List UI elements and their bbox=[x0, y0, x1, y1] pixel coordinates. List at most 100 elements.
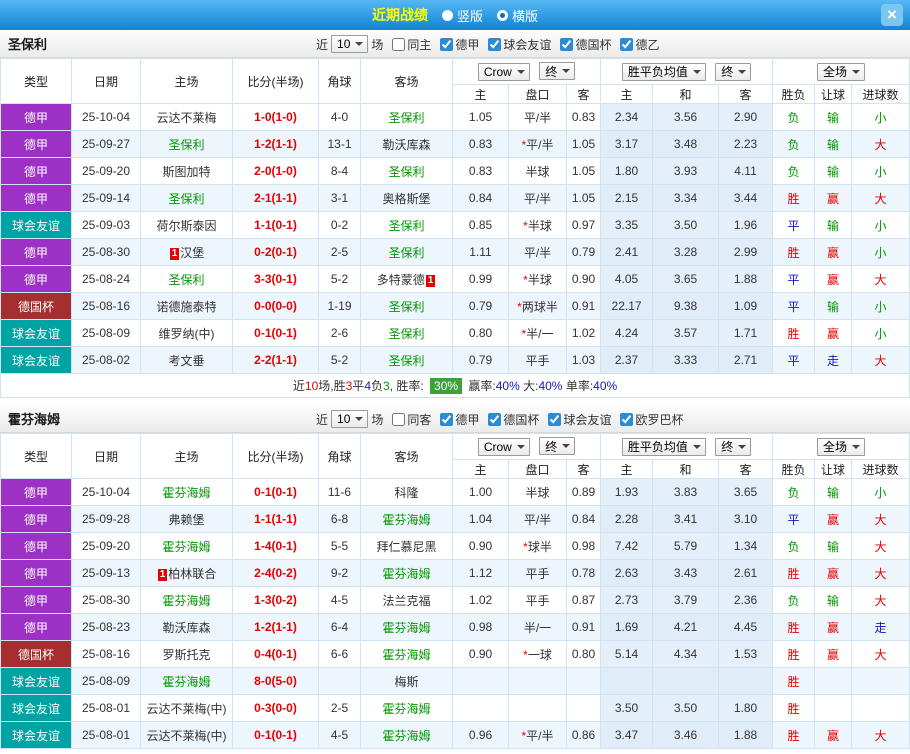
asian-handicap-cell: *半球 bbox=[508, 211, 567, 239]
filter-checkbox-league[interactable]: 德国杯 bbox=[488, 411, 539, 428]
asian-handicap-cell: 半/一 bbox=[508, 613, 567, 641]
euro-home-odds-cell: 1.93 bbox=[600, 478, 654, 506]
euro-draw-odds-cell: 3.34 bbox=[652, 184, 720, 212]
red-card-badge: 1 bbox=[425, 274, 436, 287]
team-name-text: 勒沃库森 bbox=[162, 620, 211, 635]
corner-cell: 5-2 bbox=[318, 265, 361, 293]
league-cell: 德甲 bbox=[0, 238, 72, 266]
summary-segment: 单率: bbox=[562, 379, 594, 393]
filter-checkbox-league[interactable]: 德国杯 bbox=[560, 36, 611, 53]
filter-checkbox-same-away[interactable]: 同客 bbox=[392, 411, 431, 428]
recent-count-select[interactable]: 10 bbox=[331, 35, 369, 53]
asian-stage-select[interactable]: 终 bbox=[539, 62, 576, 81]
handicap-result-cell: 赢 bbox=[814, 721, 853, 749]
chevron-down-icon bbox=[355, 42, 364, 46]
score-cell: 0-1(0-1) bbox=[232, 478, 319, 506]
handicap-result-cell: 输 bbox=[814, 532, 853, 560]
corner-cell: 4-0 bbox=[318, 103, 361, 131]
match-row: 球会友谊 25-08-01 云达不莱梅(中) 0-3(0-0) 2-5 霍芬海姆 3.50 3… bbox=[0, 694, 910, 722]
euro-avg-select[interactable]: 胜平负均值 bbox=[621, 437, 706, 456]
euro-home-odds-cell: 4.24 bbox=[600, 319, 654, 347]
col-let: 让球 bbox=[814, 84, 853, 104]
filter-checkbox-league[interactable]: 德甲 bbox=[440, 36, 479, 53]
summary-segment: 4 bbox=[364, 379, 371, 393]
scope-select[interactable]: 全场 bbox=[817, 437, 866, 456]
asian-home-odds-cell: 0.85 bbox=[452, 211, 509, 239]
league-cell: 德甲 bbox=[0, 184, 72, 212]
match-row: 球会友谊 25-08-09 霍芬海姆 8-0(5-0) 梅斯 胜 bbox=[0, 667, 910, 695]
horizontal-layout-radio[interactable] bbox=[497, 9, 508, 21]
asian-away-odds-cell: 0.86 bbox=[565, 721, 602, 749]
handicap-star-marker: * bbox=[523, 218, 528, 233]
odds-company-select[interactable]: Crow bbox=[477, 437, 530, 456]
filter-checkbox-league[interactable]: 德甲 bbox=[440, 411, 479, 428]
result-cell: 胜 bbox=[772, 238, 816, 266]
euro-stage-select[interactable]: 终 bbox=[715, 62, 752, 81]
league-cell: 德甲 bbox=[0, 103, 72, 131]
corner-cell: 6-6 bbox=[318, 640, 361, 668]
handicap-star-marker: * bbox=[523, 647, 528, 662]
goals-result-cell: 小 bbox=[851, 103, 910, 131]
result-cell: 负 bbox=[772, 478, 816, 506]
euro-draw-odds-cell: 3.57 bbox=[652, 319, 720, 347]
filter-checkbox-same-home[interactable]: 同主 bbox=[392, 36, 431, 53]
checkbox bbox=[620, 37, 634, 51]
col-goals: 进球数 bbox=[851, 84, 910, 104]
euro-home-odds-cell: 2.73 bbox=[600, 586, 654, 614]
euro-away-odds-cell: 2.23 bbox=[718, 130, 774, 158]
euro-home-odds-cell: 3.50 bbox=[600, 694, 654, 722]
col-corner: 角球 bbox=[318, 58, 361, 104]
euro-away-odds-cell bbox=[718, 667, 774, 695]
handicap-result-cell: 输 bbox=[814, 130, 853, 158]
scope-select[interactable]: 全场 bbox=[817, 62, 866, 81]
score-cell: 2-2(1-1) bbox=[232, 346, 319, 374]
match-row: 德甲 25-08-24 圣保利 3-3(0-1) 5-2 多特蒙德 1 0.99 *半球 0.90… bbox=[0, 265, 910, 293]
league-cell: 球会友谊 bbox=[0, 211, 72, 239]
euro-home-odds-cell: 2.34 bbox=[600, 103, 654, 131]
odds-company-select[interactable]: Crow bbox=[477, 62, 530, 81]
asian-away-odds-cell: 0.79 bbox=[565, 238, 602, 266]
home-team-cell: 云达不莱梅 bbox=[140, 103, 233, 131]
vertical-layout-label[interactable]: 竖版 bbox=[457, 6, 483, 25]
away-team-cell: 霍芬海姆 bbox=[360, 694, 453, 722]
col-asia-away: 客 bbox=[565, 84, 602, 104]
corner-cell: 13-1 bbox=[318, 130, 361, 158]
date-cell: 25-08-09 bbox=[71, 667, 141, 695]
win-rate-badge: 30% bbox=[430, 378, 463, 394]
team-name-text: 罗斯托克 bbox=[162, 647, 211, 662]
filter-checkbox-league[interactable]: 球会友谊 bbox=[488, 36, 551, 53]
summary-segment: 40% bbox=[495, 379, 520, 393]
euro-draw-odds-cell: 3.50 bbox=[652, 211, 720, 239]
col-result: 胜负 bbox=[772, 459, 816, 479]
euro-home-odds-cell: 4.05 bbox=[600, 265, 654, 293]
checkbox bbox=[548, 412, 562, 426]
euro-stage-select[interactable]: 终 bbox=[715, 437, 752, 456]
handicap-result-cell: 赢 bbox=[814, 319, 853, 347]
euro-avg-select[interactable]: 胜平负均值 bbox=[621, 62, 706, 81]
result-cell: 平 bbox=[772, 265, 816, 293]
filter-checkbox-league[interactable]: 德乙 bbox=[620, 36, 659, 53]
checkbox bbox=[440, 37, 454, 51]
team-name-text: 梅斯 bbox=[394, 674, 419, 689]
col-goals: 进球数 bbox=[851, 459, 910, 479]
col-asia-home: 主 bbox=[452, 84, 509, 104]
close-icon[interactable]: × bbox=[881, 4, 903, 26]
horizontal-layout-label[interactable]: 横版 bbox=[512, 6, 538, 25]
euro-home-odds-cell: 3.47 bbox=[600, 721, 654, 749]
recent-count-select[interactable]: 10 bbox=[331, 410, 369, 428]
score-cell: 0-3(0-0) bbox=[232, 694, 319, 722]
score-cell: 1-1(1-1) bbox=[232, 505, 319, 533]
league-cell: 德甲 bbox=[0, 265, 72, 293]
match-row: 德甲 25-08-30 1 汉堡 0-2(0-1) 2-5 圣保利 1.11 平/半 0.79 2.… bbox=[0, 238, 910, 266]
handicap-result-cell: 输 bbox=[814, 586, 853, 614]
asian-home-odds-cell: 0.90 bbox=[452, 532, 509, 560]
summary-segment: 40% bbox=[538, 379, 563, 393]
filter-checkbox-league[interactable]: 球会友谊 bbox=[548, 411, 611, 428]
corner-cell bbox=[318, 667, 361, 695]
team-name-text: 霍芬海姆 bbox=[382, 728, 431, 743]
result-cell: 胜 bbox=[772, 319, 816, 347]
team-name-text: 圣保利 bbox=[168, 137, 205, 152]
filter-checkbox-league[interactable]: 欧罗巴杯 bbox=[620, 411, 683, 428]
asian-stage-select[interactable]: 终 bbox=[539, 437, 576, 456]
vertical-layout-radio[interactable] bbox=[441, 9, 453, 21]
